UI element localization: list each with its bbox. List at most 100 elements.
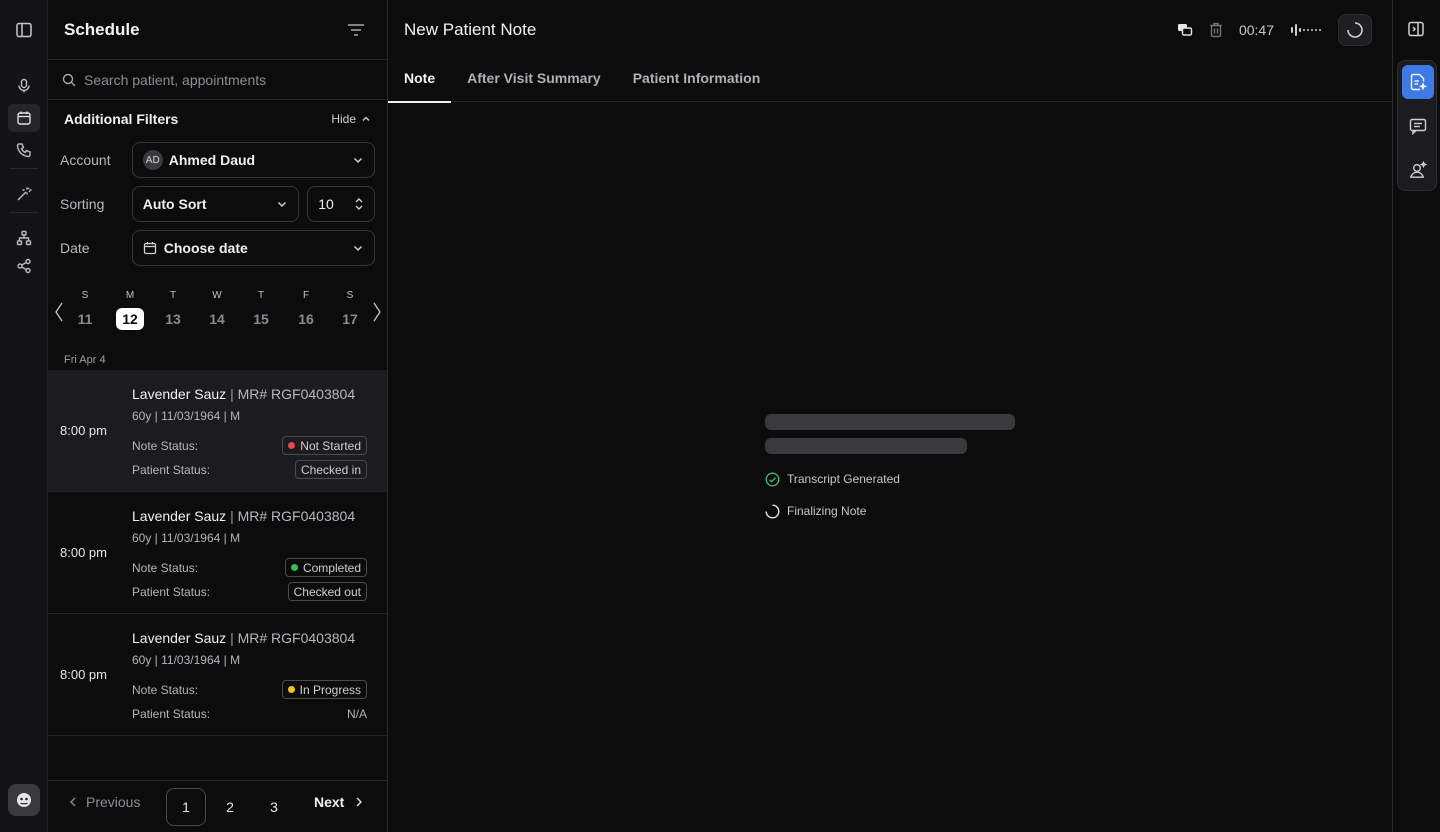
search-icon xyxy=(62,73,76,87)
day-number: 16 xyxy=(298,311,314,327)
magic-wand-icon[interactable] xyxy=(8,180,40,208)
day-sun[interactable]: S 11 xyxy=(70,290,100,330)
separator: | xyxy=(226,386,238,402)
search-bar xyxy=(48,60,387,100)
schedule-panel: Schedule Additional Filters Hide Account… xyxy=(48,0,388,832)
note-status-label: Note Status: xyxy=(132,561,199,575)
next-page-button[interactable]: Next xyxy=(314,794,364,810)
chevron-up-icon xyxy=(361,114,371,124)
processing-button[interactable] xyxy=(1338,14,1372,46)
chat-icon[interactable] xyxy=(1402,109,1434,143)
chevron-left-icon[interactable] xyxy=(54,302,64,322)
previous-page-button[interactable]: Previous xyxy=(68,794,140,810)
note-status-value: Not Started xyxy=(300,438,361,453)
sorting-filter-row: Sorting Auto Sort 10 xyxy=(48,182,387,226)
date-label: Date xyxy=(60,240,90,256)
date-value: Choose date xyxy=(163,240,248,256)
date-group-label: Fri Apr 4 xyxy=(64,354,106,366)
day-wed[interactable]: W 14 xyxy=(202,290,232,330)
tab-patient-information[interactable]: Patient Information xyxy=(617,60,777,102)
rail-divider xyxy=(10,168,38,169)
pagination: Previous 1 2 3 Next xyxy=(48,780,387,832)
sorting-label: Sorting xyxy=(60,196,105,212)
ai-note-icon[interactable] xyxy=(1402,65,1434,99)
trash-icon[interactable] xyxy=(1209,22,1223,38)
appointment-item[interactable]: 8:00 pm Lavender Sauz | MR# RGF0403804 6… xyxy=(48,492,387,614)
audio-waveform-icon xyxy=(1290,22,1322,38)
account-value: Ahmed Daud xyxy=(168,152,256,168)
appointment-item[interactable]: 8:00 pm Lavender Sauz | MR# RGF0403804 6… xyxy=(48,614,387,736)
appointment-time: 8:00 pm xyxy=(60,667,107,682)
chevron-right-icon[interactable] xyxy=(372,302,382,322)
hide-label: Hide xyxy=(331,112,356,126)
tab-after-visit-summary[interactable]: After Visit Summary xyxy=(451,60,617,102)
day-fri[interactable]: F 16 xyxy=(291,290,321,330)
language-toggle-icon[interactable] xyxy=(1177,23,1193,37)
day-letter: T xyxy=(169,290,177,301)
note-generation-progress: Transcript Generated Finalizing Note xyxy=(765,414,1015,520)
user-avatar[interactable] xyxy=(8,784,40,816)
patient-demographics: 60y | 11/03/1964 | M xyxy=(132,409,241,423)
filter-icon[interactable] xyxy=(347,22,365,38)
status-step-label: Finalizing Note xyxy=(787,504,867,518)
recording-toolbar: 00:47 xyxy=(1177,14,1372,46)
tab-note[interactable]: Note xyxy=(388,60,452,103)
ai-assistant-icon[interactable] xyxy=(1402,153,1434,187)
status-step-in-progress: Finalizing Note xyxy=(765,502,1015,520)
day-number: 15 xyxy=(253,311,269,327)
previous-label: Previous xyxy=(86,794,141,810)
page-1-button[interactable]: 1 xyxy=(166,788,206,826)
calendar-icon[interactable] xyxy=(8,104,40,132)
patient-status-value: Checked out xyxy=(293,584,361,599)
day-mon-selected[interactable]: M 12 xyxy=(115,290,145,330)
page-size-select[interactable]: 10 xyxy=(307,186,376,222)
account-filter-row: Account AD Ahmed Daud xyxy=(48,138,387,182)
phone-icon[interactable] xyxy=(8,136,40,164)
right-tool-rail xyxy=(1392,0,1440,832)
next-label: Next xyxy=(314,794,345,810)
sorting-value: Auto Sort xyxy=(142,196,207,212)
date-filter-row: Date Choose date xyxy=(48,226,387,270)
hierarchy-icon[interactable] xyxy=(8,224,40,252)
rail-divider xyxy=(10,212,38,213)
share-icon[interactable] xyxy=(8,252,40,280)
account-label: Account xyxy=(60,152,111,168)
patient-status-value: N/A xyxy=(346,707,367,721)
loading-spinner-icon xyxy=(1346,21,1364,39)
appointment-patient: Lavender Sauz | MR# RGF0403804 xyxy=(132,630,355,646)
note-status-label: Note Status: xyxy=(132,683,199,697)
day-letter: W xyxy=(212,290,222,301)
note-status-badge: In Progress xyxy=(281,680,367,699)
sidebar-toggle-icon[interactable] xyxy=(8,16,40,44)
page-3-button[interactable]: 3 xyxy=(254,788,294,826)
appointment-item[interactable]: 8:00 pm Lavender Sauz | MR# RGF0403804 6… xyxy=(48,370,387,492)
patient-status-label: Patient Status: xyxy=(132,585,211,599)
microphone-icon[interactable] xyxy=(8,72,40,100)
patient-name: Lavender Sauz xyxy=(132,386,227,402)
panel-toggle-icon[interactable] xyxy=(1407,20,1425,38)
day-sat[interactable]: S 17 xyxy=(335,290,365,330)
note-header: New Patient Note 00:47 xyxy=(388,0,1392,60)
day-tue[interactable]: T 13 xyxy=(158,290,188,330)
account-select[interactable]: AD Ahmed Daud xyxy=(131,142,375,178)
note-status-badge: Not Started xyxy=(282,436,367,455)
date-picker[interactable]: Choose date xyxy=(131,230,375,266)
patient-name: Lavender Sauz xyxy=(132,630,227,646)
page-2-button[interactable]: 2 xyxy=(210,788,250,826)
patient-status-badge: Checked out xyxy=(287,582,367,601)
patient-status-label: Patient Status: xyxy=(132,707,211,721)
patient-name: Lavender Sauz xyxy=(132,508,227,524)
chevron-right-icon xyxy=(354,796,364,808)
note-status-label: Note Status: xyxy=(132,439,199,453)
day-number: 17 xyxy=(342,311,358,327)
status-dot-icon xyxy=(287,686,295,693)
recording-timer: 00:47 xyxy=(1238,22,1274,38)
day-thu[interactable]: T 15 xyxy=(246,290,276,330)
medical-record-number: MR# RGF0403804 xyxy=(237,386,356,402)
page-size-value: 10 xyxy=(318,196,334,212)
sorting-select[interactable]: Auto Sort xyxy=(131,186,300,222)
note-status-value: In Progress xyxy=(299,682,361,697)
search-input[interactable] xyxy=(84,71,373,88)
loading-spinner-icon xyxy=(765,504,780,519)
hide-filters-button[interactable]: Hide xyxy=(331,112,371,126)
